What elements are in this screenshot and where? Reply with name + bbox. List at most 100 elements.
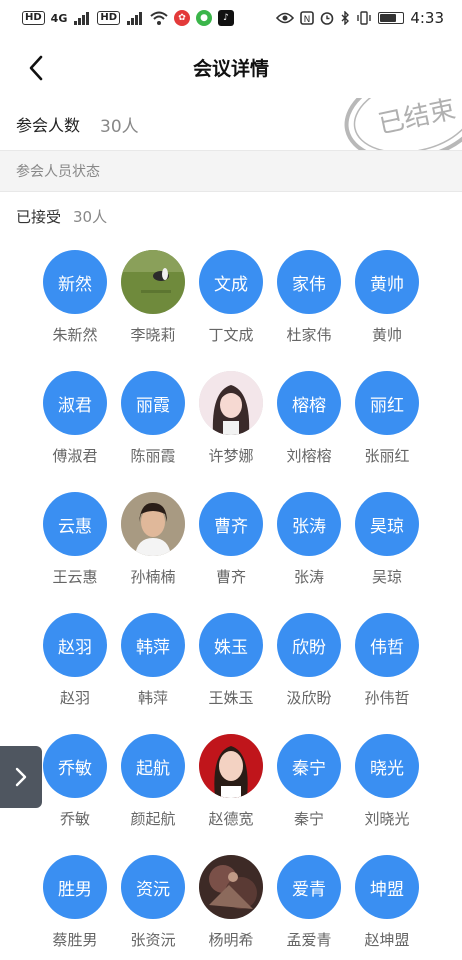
signal-icon <box>74 12 90 25</box>
member-item[interactable]: 乔敏 乔敏 <box>36 734 114 831</box>
member-item[interactable]: 李晓莉 <box>114 250 192 347</box>
member-name: 张资沅 <box>130 931 176 949</box>
member-name: 蔡胜男 <box>52 931 98 949</box>
member-name: 曹齐 <box>215 568 246 586</box>
battery-icon <box>378 12 405 24</box>
member-item[interactable]: 姝玉 王姝玉 <box>192 613 270 710</box>
member-name: 赵德宽 <box>208 810 254 828</box>
member-item[interactable]: 资沅 张资沅 <box>114 855 192 952</box>
battery-fill <box>380 14 397 22</box>
member-item[interactable]: 孙楠楠 <box>114 492 192 589</box>
member-name: 朱新然 <box>52 326 98 344</box>
avatar-initials: 爱青 <box>277 855 341 919</box>
avatar-initials: 张涛 <box>277 492 341 556</box>
ended-stamp: 已结束 <box>344 98 462 150</box>
member-name: 汲欣盼 <box>286 689 332 707</box>
member-item[interactable]: 淑君 傅淑君 <box>36 371 114 468</box>
member-item[interactable]: 黄帅 黄帅 <box>348 250 426 347</box>
chevron-right-icon <box>15 767 27 787</box>
member-item[interactable]: 文成 丁文成 <box>192 250 270 347</box>
member-name: 许梦娜 <box>208 447 254 465</box>
attendance-value: 30人 <box>100 116 139 137</box>
member-name: 赵坤盟 <box>364 931 410 949</box>
avatar-initials: 丽霞 <box>121 371 185 435</box>
nfc-icon: N <box>300 11 315 25</box>
app-notification-icon: ✿ <box>174 10 191 26</box>
member-item[interactable]: 榕榕 刘榕榕 <box>270 371 348 468</box>
avatar-initials: 伟哲 <box>355 613 419 677</box>
member-item[interactable]: 秦宁 秦宁 <box>270 734 348 831</box>
member-item[interactable]: 赵德宽 <box>192 734 270 831</box>
member-name: 张丽红 <box>364 447 410 465</box>
side-expand-tab[interactable] <box>0 746 42 808</box>
member-name: 刘晓光 <box>364 810 410 828</box>
attendance-label: 参会人数 <box>16 116 81 135</box>
chrome-icon: ● <box>196 10 213 26</box>
member-name: 刘榕榕 <box>286 447 332 465</box>
network-type: 4G <box>50 11 68 25</box>
avatar-photo <box>121 250 185 314</box>
member-item[interactable]: 伟哲 孙伟哲 <box>348 613 426 710</box>
member-item[interactable]: 韩萍 韩萍 <box>114 613 192 710</box>
member-item[interactable]: 曹齐 曹齐 <box>192 492 270 589</box>
member-item[interactable]: 坤盟 赵坤盟 <box>348 855 426 952</box>
member-item[interactable]: 起航 颜起航 <box>114 734 192 831</box>
member-name: 傅淑君 <box>52 447 98 465</box>
avatar-initials: 家伟 <box>277 250 341 314</box>
member-name: 孙伟哲 <box>364 689 410 707</box>
avatar-initials: 晓光 <box>355 734 419 798</box>
wifi-icon <box>150 11 168 25</box>
member-name: 孙楠楠 <box>130 568 176 586</box>
status-bar: HD 4G HD ✿ ● ♪ N 4:33 <box>0 0 462 36</box>
member-item[interactable]: 张涛 张涛 <box>270 492 348 589</box>
avatar-photo <box>121 492 185 556</box>
avatar-initials: 新然 <box>43 250 107 314</box>
avatar-initials: 姝玉 <box>199 613 263 677</box>
member-name: 杜家伟 <box>286 326 332 344</box>
vibrate-icon <box>357 11 372 25</box>
member-item[interactable]: 丽霞 陈丽霞 <box>114 371 192 468</box>
member-item[interactable]: 晓光 刘晓光 <box>348 734 426 831</box>
member-item[interactable]: 赵羽 赵羽 <box>36 613 114 710</box>
member-item[interactable]: 新然 朱新然 <box>36 250 114 347</box>
member-item[interactable]: 欣盼 汲欣盼 <box>270 613 348 710</box>
avatar-initials: 文成 <box>199 250 263 314</box>
avatar-initials: 欣盼 <box>277 613 341 677</box>
hd-badge-2: HD <box>97 11 121 25</box>
avatar-initials: 曹齐 <box>199 492 263 556</box>
attendance-count-row: 参会人数 30人 已结束 <box>0 98 462 150</box>
member-name: 乔敏 <box>59 810 90 828</box>
avatar-photo <box>199 371 263 435</box>
status-bar-left: HD 4G HD ✿ ● ♪ <box>22 10 235 26</box>
member-name: 吴琼 <box>371 568 402 586</box>
avatar-initials: 云惠 <box>43 492 107 556</box>
member-item[interactable]: 胜男 蔡胜男 <box>36 855 114 952</box>
member-item[interactable]: 许梦娜 <box>192 371 270 468</box>
nav-bar: 会议详情 <box>0 36 462 98</box>
avatar-initials: 起航 <box>121 734 185 798</box>
section-header: 参会人员状态 <box>0 150 462 192</box>
back-button[interactable] <box>16 48 56 88</box>
member-item[interactable]: 家伟 杜家伟 <box>270 250 348 347</box>
tiktok-icon: ♪ <box>218 10 235 26</box>
avatar-initials: 秦宁 <box>277 734 341 798</box>
avatar-initials: 淑君 <box>43 371 107 435</box>
avatar-initials: 丽红 <box>355 371 419 435</box>
member-item[interactable]: 杨明希 <box>192 855 270 952</box>
member-name: 杨明希 <box>208 931 254 949</box>
member-item[interactable]: 爱青 孟爱青 <box>270 855 348 952</box>
member-name: 陈丽霞 <box>130 447 176 465</box>
avatar-initials: 资沅 <box>121 855 185 919</box>
member-item[interactable]: 昊琼 吴琼 <box>348 492 426 589</box>
avatar-initials: 黄帅 <box>355 250 419 314</box>
avatar-photo <box>199 734 263 798</box>
member-item[interactable]: 云惠 王云惠 <box>36 492 114 589</box>
chevron-left-icon <box>29 55 43 81</box>
member-item[interactable]: 丽红 张丽红 <box>348 371 426 468</box>
member-name: 丁文成 <box>208 326 254 344</box>
avatar-initials: 胜男 <box>43 855 107 919</box>
member-name: 王云惠 <box>52 568 98 586</box>
member-name: 李晓莉 <box>130 326 176 344</box>
accepted-value: 30人 <box>73 207 108 226</box>
hd-badge: HD <box>22 11 45 25</box>
